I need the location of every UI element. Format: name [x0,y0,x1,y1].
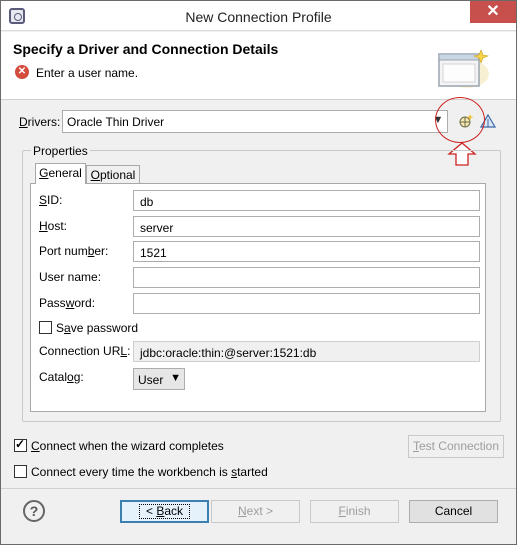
catalog-dropdown[interactable]: User ▼ [133,368,185,390]
connect-every-time-checkbox[interactable] [14,465,27,478]
back-button-label: < Back [138,504,191,519]
drivers-label: Drivers: [19,115,61,129]
window-title: New Connection Profile [185,9,332,25]
catalog-selected-value: User [138,373,164,387]
host-field[interactable]: server [133,216,480,237]
drivers-selected-value: Oracle Thin Driver [67,115,165,129]
connection-url-value: jdbc:oracle:thin:@server:1521:db [140,346,317,360]
error-message: Enter a user name. [36,66,139,80]
save-password-checkbox[interactable] [39,321,52,334]
drivers-label-rest: rivers: [27,115,61,129]
title-bar: New Connection Profile ✕ [1,1,516,31]
sid-label: SID: [39,193,63,207]
connection-url-field[interactable]: jdbc:oracle:thin:@server:1521:db [133,341,480,362]
port-number-label: Port number: [39,244,109,258]
tab-general[interactable]: General [35,163,86,184]
save-password-label: Save password [56,321,139,335]
host-label: Host: [39,219,68,233]
tab-optional[interactable]: Optional [86,165,140,185]
tab-optional-rest: ptional [99,168,136,182]
host-value: server [140,221,174,235]
password-label: Password: [39,296,96,310]
back-button[interactable]: < Back [120,500,209,523]
user-name-field[interactable] [133,267,480,288]
wizard-header: Specify a Driver and Connection Details … [1,32,516,100]
port-number-field[interactable]: 1521 [133,241,480,262]
password-field[interactable] [133,293,480,314]
annotation-circle [435,97,485,143]
connect-when-complete-label: Connect when the wizard completes [31,439,224,453]
catalog-label: Catalog: [39,370,84,384]
test-connection-button[interactable]: Test Connection [408,435,504,458]
tab-optional-mnemonic: O [90,168,100,182]
drivers-dropdown[interactable]: Oracle Thin Driver ▼ [62,110,448,133]
connect-when-complete-checkbox[interactable] [14,437,27,452]
wizard-banner-icon [438,49,490,88]
port-number-value: 1521 [140,246,167,260]
properties-group-label: Properties [31,144,90,158]
page-title: Specify a Driver and Connection Details [13,41,279,57]
close-button[interactable]: ✕ [470,1,516,23]
sid-value: db [140,195,154,209]
tab-general-rest: eneral [48,166,82,180]
connection-url-label: Connection URL: [39,344,131,358]
finish-button[interactable]: Finish [310,500,399,523]
connect-every-time-label: Connect every time the workbench is star… [31,465,268,479]
help-icon[interactable]: ? [23,500,45,522]
new-connection-profile-dialog: New Connection Profile ✕ Specify a Drive… [0,0,517,545]
user-name-label: User name: [39,270,102,284]
chevron-down-icon: ▼ [170,372,181,384]
footer-separator [1,488,516,489]
error-icon: ✕ [15,65,29,79]
next-button[interactable]: Next > [211,500,300,523]
sid-field[interactable]: db [133,190,480,211]
cancel-button[interactable]: Cancel [409,500,498,523]
